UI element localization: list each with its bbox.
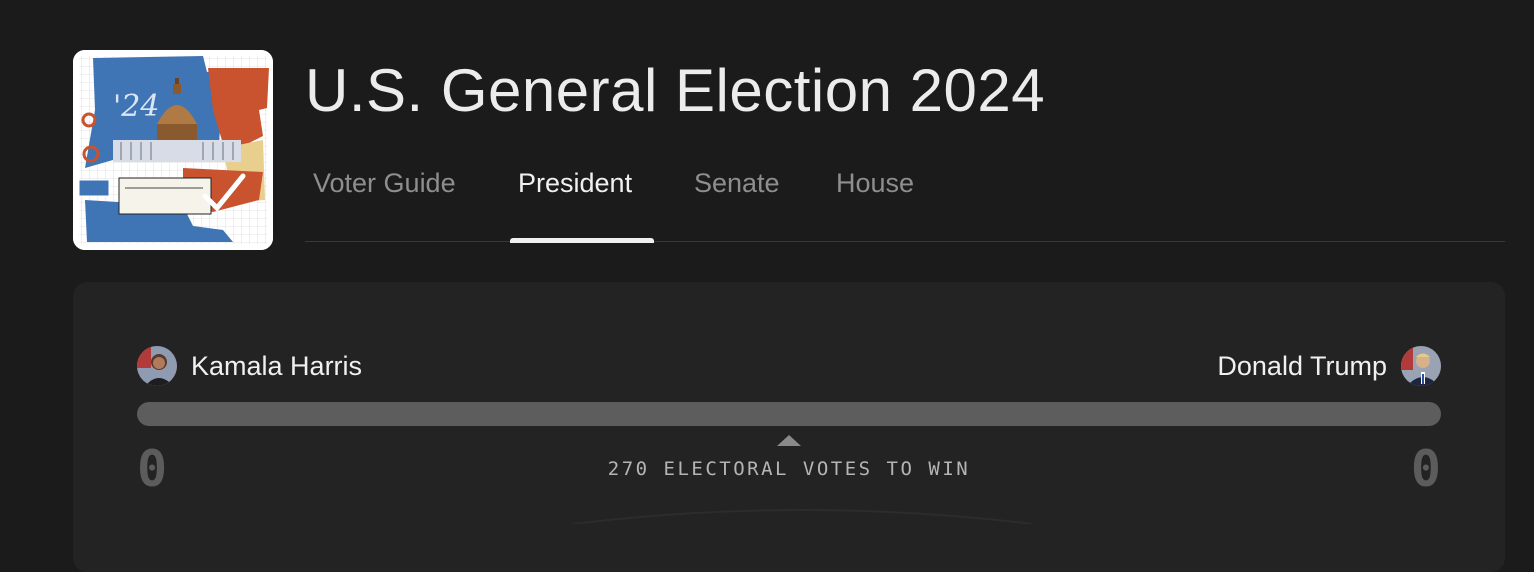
threshold-marker-icon — [777, 435, 801, 446]
election-tabs: Voter Guide President Senate House — [305, 158, 1505, 243]
tab-voter-guide[interactable]: Voter Guide — [305, 168, 464, 199]
candidate-left[interactable]: Kamala Harris — [137, 346, 362, 386]
active-tab-indicator — [510, 238, 654, 243]
tab-senate[interactable]: Senate — [686, 168, 788, 199]
candidate-right[interactable]: Donald Trump — [1217, 346, 1441, 386]
election-logo: '24 — [73, 50, 273, 250]
candidate-portrait-icon — [1401, 346, 1441, 386]
tab-president[interactable]: President — [510, 168, 640, 199]
threshold-label: 270 ELECTORAL VOTES TO WIN — [607, 458, 971, 480]
logo-year-text: '24 — [113, 89, 159, 124]
candidate-name: Donald Trump — [1217, 350, 1387, 381]
avatar — [137, 346, 177, 386]
tab-house[interactable]: House — [828, 168, 922, 199]
presidential-race-panel: Kamala Harris Donald Trump 0 0 270 ELECT… — [73, 282, 1505, 572]
page-title: U.S. General Election 2024 — [305, 57, 1046, 124]
election-collage-capitol-icon: '24 — [73, 50, 273, 250]
electoral-progress-bar — [137, 402, 1441, 426]
avatar — [1401, 346, 1441, 386]
candidate-name: Kamala Harris — [191, 350, 363, 381]
electoral-map-hint — [572, 509, 1034, 524]
candidate-portrait-icon — [137, 346, 177, 386]
page-header: '24 U.S. General Election 2024 Voter Gui… — [73, 50, 1505, 250]
